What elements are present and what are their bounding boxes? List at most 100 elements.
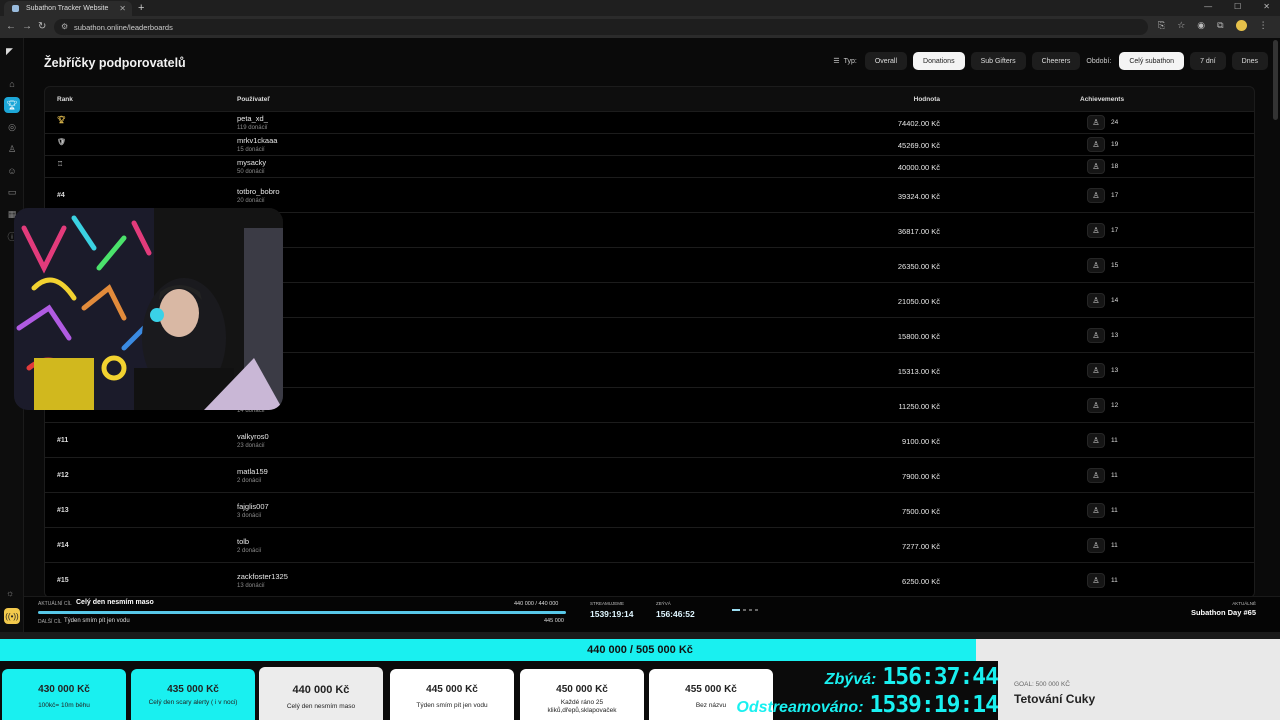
row-donations-count: 23 donácií bbox=[237, 443, 265, 449]
achievement-count: 12 bbox=[1111, 402, 1119, 409]
menu-icon[interactable]: ⋮ bbox=[1259, 20, 1268, 31]
row-username[interactable]: mrkv1ckaaa bbox=[237, 136, 277, 145]
maximize-icon[interactable]: ☐ bbox=[1234, 2, 1241, 11]
row-user: valkyros0 23 donácií bbox=[237, 432, 269, 449]
table-row[interactable]: #12 matla159 2 donácií 7900.00 Kč ♙ 11 bbox=[45, 457, 1254, 492]
row-rank: #12 bbox=[57, 472, 69, 479]
minimize-icon[interactable]: — bbox=[1204, 2, 1212, 11]
gold-medal-icon: 🏆︎ bbox=[57, 117, 66, 124]
profile-avatar[interactable] bbox=[1235, 20, 1247, 31]
achievement-award-icon[interactable]: ♙ bbox=[1087, 573, 1105, 588]
page-scrollbar[interactable] bbox=[1273, 40, 1278, 120]
new-tab-icon[interactable]: + bbox=[138, 2, 144, 14]
row-username[interactable]: mysacky bbox=[237, 158, 266, 167]
table-row[interactable]: ♖ mysacky 50 donácií 40000.00 Kč ♙ 18 bbox=[45, 155, 1254, 177]
achievement-award-icon[interactable]: ♙ bbox=[1087, 137, 1105, 152]
forward-icon[interactable]: → bbox=[22, 21, 32, 32]
site-info-icon[interactable]: ⚙ bbox=[61, 22, 68, 31]
row-user: mysacky 50 donácií bbox=[237, 158, 266, 175]
period-whole-subathon[interactable]: Celý subathon bbox=[1119, 52, 1185, 70]
goal-card-description: Týden smím pít jen vodu bbox=[416, 702, 488, 709]
achievement-count: 11 bbox=[1111, 437, 1118, 444]
achievement-award-icon[interactable]: ♙ bbox=[1087, 258, 1105, 273]
logo-icon[interactable]: ◤ bbox=[6, 46, 18, 58]
gamepad-icon[interactable]: ▭ bbox=[4, 184, 20, 200]
award-icon[interactable]: ♙ bbox=[4, 141, 20, 157]
achievement-award-icon[interactable]: ♙ bbox=[1087, 398, 1105, 413]
current-goal-name: Celý den nesmím maso bbox=[76, 599, 154, 606]
achievement-award-icon[interactable]: ♙ bbox=[1087, 538, 1105, 553]
browser-tab-bar: Subathon Tracker Website ✕ + — ☐ ✕ bbox=[0, 0, 1280, 16]
table-row[interactable]: #13 fajglis007 3 donácií 7500.00 Kč ♙ 11 bbox=[45, 492, 1254, 527]
achievement-award-icon[interactable]: ♙ bbox=[1087, 159, 1105, 174]
stream-toggle-icon[interactable]: ((•)) bbox=[4, 608, 20, 624]
period-today[interactable]: Dnes bbox=[1231, 52, 1268, 70]
achievement-count: 11 bbox=[1111, 472, 1118, 479]
header-rank: Rank bbox=[57, 96, 73, 103]
reload-icon[interactable]: ↻ bbox=[38, 21, 46, 32]
leaderboard-icon[interactable]: 🏆︎ bbox=[4, 97, 20, 113]
toolbar-icons: ⎘ ☆ ◉ ⧉ ⋮ bbox=[1158, 20, 1268, 31]
goal-card-description: Celý den nesmím maso bbox=[286, 703, 356, 710]
close-tab-icon[interactable]: ✕ bbox=[119, 4, 126, 13]
target-icon[interactable]: ◎ bbox=[4, 119, 20, 135]
row-value: 39324.00 Kč bbox=[897, 192, 940, 201]
row-username[interactable]: tolb bbox=[237, 537, 261, 546]
achievement-award-icon[interactable]: ♙ bbox=[1087, 328, 1105, 343]
theme-sun-icon[interactable]: ☼ bbox=[6, 588, 14, 598]
filter-overall[interactable]: Overall bbox=[864, 52, 908, 70]
user-icon[interactable]: ☺ bbox=[4, 163, 20, 179]
row-username[interactable]: zackfoster1325 bbox=[237, 572, 288, 581]
bookmark-star-icon[interactable]: ☆ bbox=[1177, 20, 1185, 31]
row-achievements: ♙ 15 bbox=[1087, 258, 1118, 273]
achievement-award-icon[interactable]: ♙ bbox=[1087, 433, 1105, 448]
screen: Subathon Tracker Website ✕ + — ☐ ✕ ← → ↻… bbox=[0, 0, 1280, 720]
back-icon[interactable]: ← bbox=[6, 21, 16, 32]
big-goal-label: GOAL: 500 000 KČ bbox=[1014, 681, 1071, 688]
filter-donations[interactable]: Donations bbox=[913, 52, 965, 70]
achievement-award-icon[interactable]: ♙ bbox=[1087, 115, 1105, 130]
row-achievements: ♙ 11 bbox=[1087, 573, 1118, 588]
row-achievements: ♙ 17 bbox=[1087, 188, 1118, 203]
browser-tab[interactable]: Subathon Tracker Website ✕ bbox=[4, 1, 132, 16]
home-icon[interactable]: ⌂ bbox=[4, 76, 20, 92]
table-row[interactable]: #15 zackfoster1325 13 donácií 6250.00 Kč ♙ 11 bbox=[45, 562, 1254, 597]
table-row[interactable]: #11 valkyros0 23 donácií 9100.00 Kč ♙ 11 bbox=[45, 422, 1254, 457]
table-row[interactable]: #4 totbro_bobro 20 donácií 39324.00 Kč ♙ 17 bbox=[45, 177, 1254, 212]
row-value: 7900.00 Kč bbox=[902, 472, 940, 481]
row-achievements: ♙ 11 bbox=[1087, 468, 1118, 483]
filter-cheerers[interactable]: Cheerers bbox=[1031, 52, 1081, 70]
table-row[interactable]: 🏆︎ peta_xd_ 119 donácií 74402.00 Kč ♙ 24 bbox=[45, 111, 1254, 133]
row-rank: #4 bbox=[57, 192, 65, 199]
row-username[interactable]: matla159 bbox=[237, 467, 268, 476]
extension-icon[interactable]: ◉ bbox=[1197, 20, 1205, 31]
overlay-progress-bar: 440 000 / 505 000 Kč bbox=[0, 639, 1280, 661]
achievement-award-icon[interactable]: ♙ bbox=[1087, 223, 1105, 238]
achievement-award-icon[interactable]: ♙ bbox=[1087, 503, 1105, 518]
row-username[interactable]: peta_xd_ bbox=[237, 114, 268, 123]
table-row[interactable]: #14 tolb 2 donácií 7277.00 Kč ♙ 11 bbox=[45, 527, 1254, 562]
header-user: Používateľ bbox=[237, 96, 270, 103]
achievement-award-icon[interactable]: ♙ bbox=[1087, 188, 1105, 203]
achievement-award-icon[interactable]: ♙ bbox=[1087, 293, 1105, 308]
period-7-days[interactable]: 7 dní bbox=[1190, 52, 1226, 70]
remaining-stat: ZBÝVÁ 156:46:52 bbox=[656, 601, 695, 619]
row-achievements: ♙ 24 bbox=[1087, 115, 1118, 130]
goal-card-amount: 430 000 Kč bbox=[38, 684, 90, 695]
achievement-award-icon[interactable]: ♙ bbox=[1087, 363, 1105, 378]
extensions-puzzle-icon[interactable]: ⧉ bbox=[1217, 20, 1223, 31]
close-window-icon[interactable]: ✕ bbox=[1263, 2, 1270, 11]
table-row[interactable]: 🛡︎ mrkv1ckaaa 15 donácií 45269.00 Kč ♙ 19 bbox=[45, 133, 1254, 155]
carousel-dots bbox=[732, 609, 758, 611]
translate-icon[interactable]: ⎘ bbox=[1158, 20, 1165, 31]
row-username[interactable]: totbro_bobro bbox=[237, 187, 280, 196]
webcam-image bbox=[14, 208, 283, 410]
address-bar[interactable]: ⚙ subathon.online/leaderboards bbox=[54, 19, 1148, 35]
achievement-award-icon[interactable]: ♙ bbox=[1087, 468, 1105, 483]
row-username[interactable]: valkyros0 bbox=[237, 432, 269, 441]
row-donations-count: 119 donácií bbox=[237, 125, 268, 131]
row-username[interactable]: fajglis007 bbox=[237, 502, 269, 511]
filter-sub-gifters[interactable]: Sub Gifters bbox=[970, 52, 1026, 70]
row-achievements: ♙ 12 bbox=[1087, 398, 1118, 413]
row-value: 9100.00 Kč bbox=[902, 437, 940, 446]
